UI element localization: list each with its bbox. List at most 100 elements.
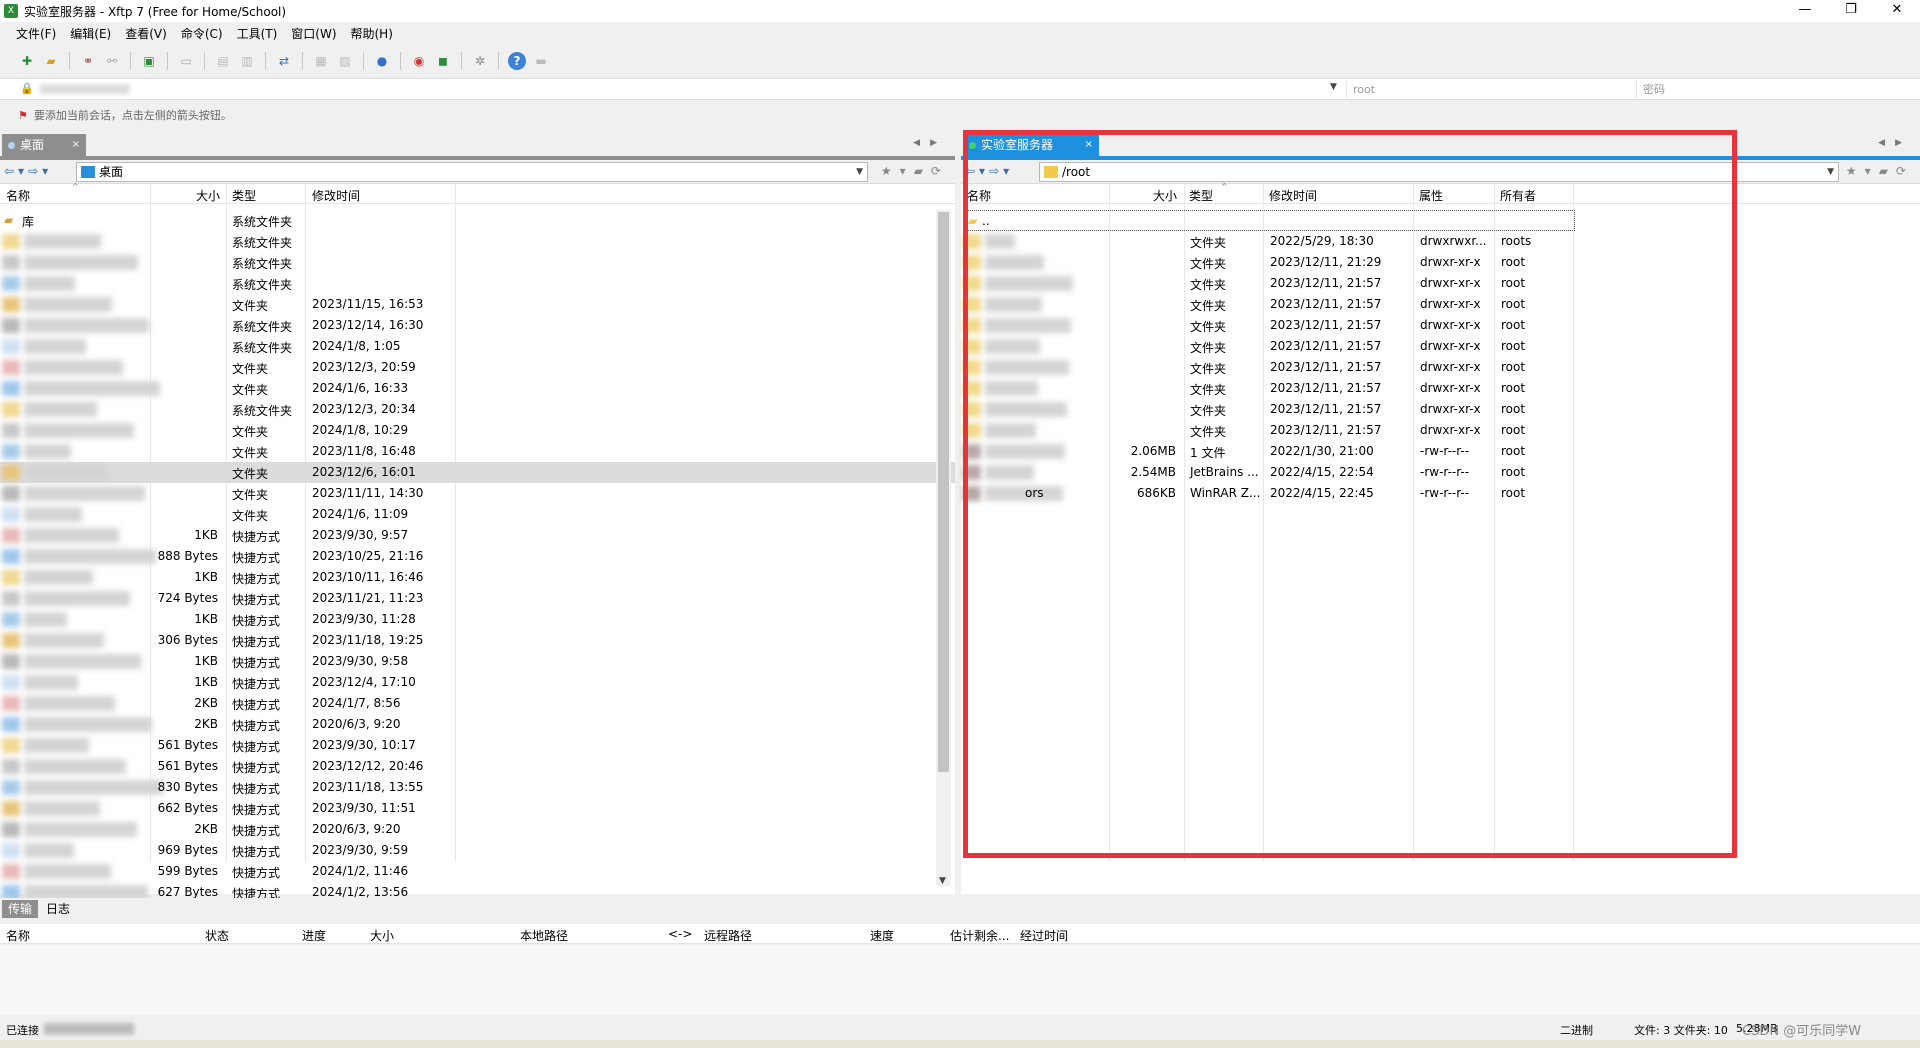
menu-edit[interactable]: 编辑(E) — [70, 25, 111, 42]
xftp-icon[interactable]: ◼ — [434, 52, 452, 70]
col-progress[interactable]: 进度 — [302, 927, 326, 944]
list-item[interactable]: 文件夹 2024/1/6, 11:09 — [0, 504, 955, 525]
new-session-icon[interactable]: ✚ — [18, 52, 36, 70]
list-item[interactable]: 文件夹 2024/1/8, 10:29 — [0, 420, 955, 441]
list-item[interactable]: 文件夹 2023/12/11, 21:57 drwxr-xr-x root — [961, 420, 1920, 441]
transfer-icon[interactable]: ⇄ — [275, 52, 293, 70]
tab-lab-server[interactable]: 实验室服务器 × — [963, 134, 1099, 156]
list-item[interactable]: 文件夹 2023/11/15, 16:53 — [0, 294, 955, 315]
list-item[interactable]: 文件夹 2023/11/11, 14:30 — [0, 483, 955, 504]
tab-transfer[interactable]: 传输 — [2, 900, 39, 918]
list-item[interactable]: ors 686KB WinRAR Z... 2022/4/15, 22:45 -rw-r… — [961, 483, 1920, 504]
copy-icon[interactable]: ▤ — [214, 52, 232, 70]
list-item[interactable]: 1KB 快捷方式 2023/10/11, 16:46 — [0, 567, 955, 588]
list-item[interactable]: 1KB 快捷方式 2023/9/30, 9:57 — [0, 525, 955, 546]
list-item[interactable]: 2KB 快捷方式 2024/1/7, 8:56 — [0, 693, 955, 714]
list-item[interactable]: 文件夹 2023/12/11, 21:57 drwxr-xr-x root — [961, 378, 1920, 399]
menu-command[interactable]: 命令(C) — [181, 25, 223, 42]
list-item[interactable]: 文件夹 2023/11/8, 16:48 — [0, 441, 955, 462]
col-attributes[interactable]: 属性 — [1419, 187, 1443, 204]
col-size[interactable]: 大小 — [370, 927, 394, 944]
list-item[interactable]: 系统文件夹 2023/12/14, 16:30 — [0, 315, 955, 336]
list-item[interactable]: 724 Bytes 快捷方式 2023/11/21, 11:23 — [0, 588, 955, 609]
minimize-button[interactable]: — — [1782, 0, 1828, 22]
list-item[interactable]: 文件夹 2023/12/11, 21:57 drwxr-xr-x root — [961, 399, 1920, 420]
col-local-path[interactable]: 本地路径 — [520, 927, 568, 944]
col-size[interactable]: 大小 — [1153, 187, 1177, 204]
col-name[interactable]: 名称 — [6, 927, 30, 944]
col-remote-path[interactable]: 远程路径 — [704, 927, 752, 944]
list-item[interactable]: 系统文件夹 2024/1/8, 1:05 — [0, 336, 955, 357]
col-name[interactable]: 名称 — [967, 187, 991, 204]
list-item[interactable]: 文件夹 2023/12/11, 21:29 drwxr-xr-x root — [961, 252, 1920, 273]
col-owner[interactable]: 所有者 — [1500, 187, 1536, 204]
menu-window[interactable]: 窗口(W) — [291, 25, 336, 42]
nav-back-forward-icon[interactable]: ⇦▾⇨▾ — [965, 164, 1013, 178]
list-item[interactable]: 文件夹 2023/12/11, 21:57 drwxr-xr-x root — [961, 357, 1920, 378]
local-path-input[interactable]: 桌面 ▼ — [76, 162, 868, 182]
list-item[interactable]: ▰ 库 系统文件夹 — [0, 210, 955, 231]
list-item[interactable]: 2KB 快捷方式 2020/6/3, 9:20 — [0, 819, 955, 840]
list-item[interactable]: 文件夹 2023/12/11, 21:57 drwxr-xr-x root — [961, 315, 1920, 336]
list-item[interactable]: 文件夹 2024/1/6, 16:33 — [0, 378, 955, 399]
list-item[interactable]: 文件夹 2023/12/11, 21:57 drwxr-xr-x root — [961, 294, 1920, 315]
path-tools-icons[interactable]: ★▾▰⟳ — [1846, 164, 1914, 178]
list-item[interactable]: 662 Bytes 快捷方式 2023/9/30, 11:51 — [0, 798, 955, 819]
scrollbar-thumb[interactable] — [938, 212, 949, 772]
col-status[interactable]: 状态 — [205, 927, 229, 944]
username-input[interactable]: root — [1346, 81, 1636, 98]
bookmark-flag-icon[interactable]: ⚑ — [18, 109, 28, 122]
col-eta[interactable]: 估计剩余... — [950, 927, 1009, 944]
disconnect-icon[interactable]: ⚯ — [103, 52, 121, 70]
reconnect-icon[interactable]: ⚭ — [79, 52, 97, 70]
col-size[interactable]: 大小 — [196, 187, 220, 204]
list-item[interactable]: 561 Bytes 快捷方式 2023/12/12, 20:46 — [0, 756, 955, 777]
password-input[interactable]: 密码 — [1636, 81, 1906, 98]
list-item[interactable]: 文件夹 2023/12/6, 16:01 — [0, 462, 955, 483]
list-item[interactable]: 1KB 快捷方式 2023/9/30, 11:28 — [0, 609, 955, 630]
col-modified[interactable]: 修改时间 — [312, 187, 360, 204]
path-dropdown-icon[interactable]: ▼ — [856, 163, 863, 181]
close-button[interactable]: ✕ — [1874, 0, 1920, 22]
parent-dir-row[interactable]: ▰ .. — [965, 210, 1575, 231]
col-type[interactable]: 类型 — [1189, 187, 1213, 204]
col-type[interactable]: 类型 — [232, 187, 256, 204]
help-icon[interactable]: ? — [508, 52, 526, 70]
list-item[interactable]: 2KB 快捷方式 2020/6/3, 9:20 — [0, 714, 955, 735]
delete-icon[interactable]: ▦ — [312, 52, 330, 70]
list-item[interactable]: 系统文件夹 — [0, 231, 955, 252]
terminal-icon[interactable]: ▭ — [177, 52, 195, 70]
list-item[interactable]: 1KB 快捷方式 2023/9/30, 9:58 — [0, 651, 955, 672]
tab-close-icon[interactable]: × — [72, 134, 80, 156]
list-item[interactable]: 2.06MB 1 文件 2022/1/30, 21:00 -rw-r--r-- root — [961, 441, 1920, 462]
scroll-down-icon[interactable]: ▼ — [939, 876, 946, 886]
tab-log[interactable]: 日志 — [40, 900, 76, 918]
list-item[interactable]: 文件夹 2023/12/11, 21:57 drwxr-xr-x root — [961, 273, 1920, 294]
gear-icon[interactable]: ✲ — [471, 52, 489, 70]
col-modified[interactable]: 修改时间 — [1269, 187, 1317, 204]
properties-icon[interactable]: ▧ — [336, 52, 354, 70]
menu-view[interactable]: 查看(V) — [125, 25, 167, 42]
path-tools-icons[interactable]: ★▾▰⟳ — [881, 164, 949, 178]
list-item[interactable]: 830 Bytes 快捷方式 2023/11/18, 13:55 — [0, 777, 955, 798]
remote-path-input[interactable]: /root ▼ — [1039, 162, 1839, 182]
list-item[interactable]: 系统文件夹 — [0, 252, 955, 273]
col-speed[interactable]: 速度 — [870, 927, 894, 944]
list-item[interactable]: 599 Bytes 快捷方式 2024/1/2, 11:46 — [0, 861, 955, 882]
list-item[interactable]: 文件夹 2022/5/29, 18:30 drwxrwxr... roots — [961, 231, 1920, 252]
list-item[interactable]: 969 Bytes 快捷方式 2023/9/30, 9:59 — [0, 840, 955, 861]
menu-file[interactable]: 文件(F) — [16, 25, 56, 42]
col-elapsed[interactable]: 经过时间 — [1020, 927, 1068, 944]
local-scrollbar[interactable]: ▼ — [936, 210, 951, 886]
list-item[interactable]: 1KB 快捷方式 2023/12/4, 17:10 — [0, 672, 955, 693]
open-folder-icon[interactable]: ▰ — [42, 52, 60, 70]
host-dropdown-icon[interactable]: ▼ — [1330, 82, 1337, 92]
new-tab-icon[interactable]: ▣ — [140, 52, 158, 70]
nav-back-forward-icon[interactable]: ⇦▾⇨▾ — [4, 164, 52, 178]
menu-help[interactable]: 帮助(H) — [351, 25, 393, 42]
list-item[interactable]: 系统文件夹 2023/12/3, 20:34 — [0, 399, 955, 420]
list-item[interactable]: 系统文件夹 — [0, 273, 955, 294]
list-item[interactable]: 2.54MB JetBrains ... 2022/4/15, 22:54 -rw-r… — [961, 462, 1920, 483]
xshell-icon[interactable]: ◉ — [410, 52, 428, 70]
list-item[interactable]: 888 Bytes 快捷方式 2023/10/25, 21:16 — [0, 546, 955, 567]
